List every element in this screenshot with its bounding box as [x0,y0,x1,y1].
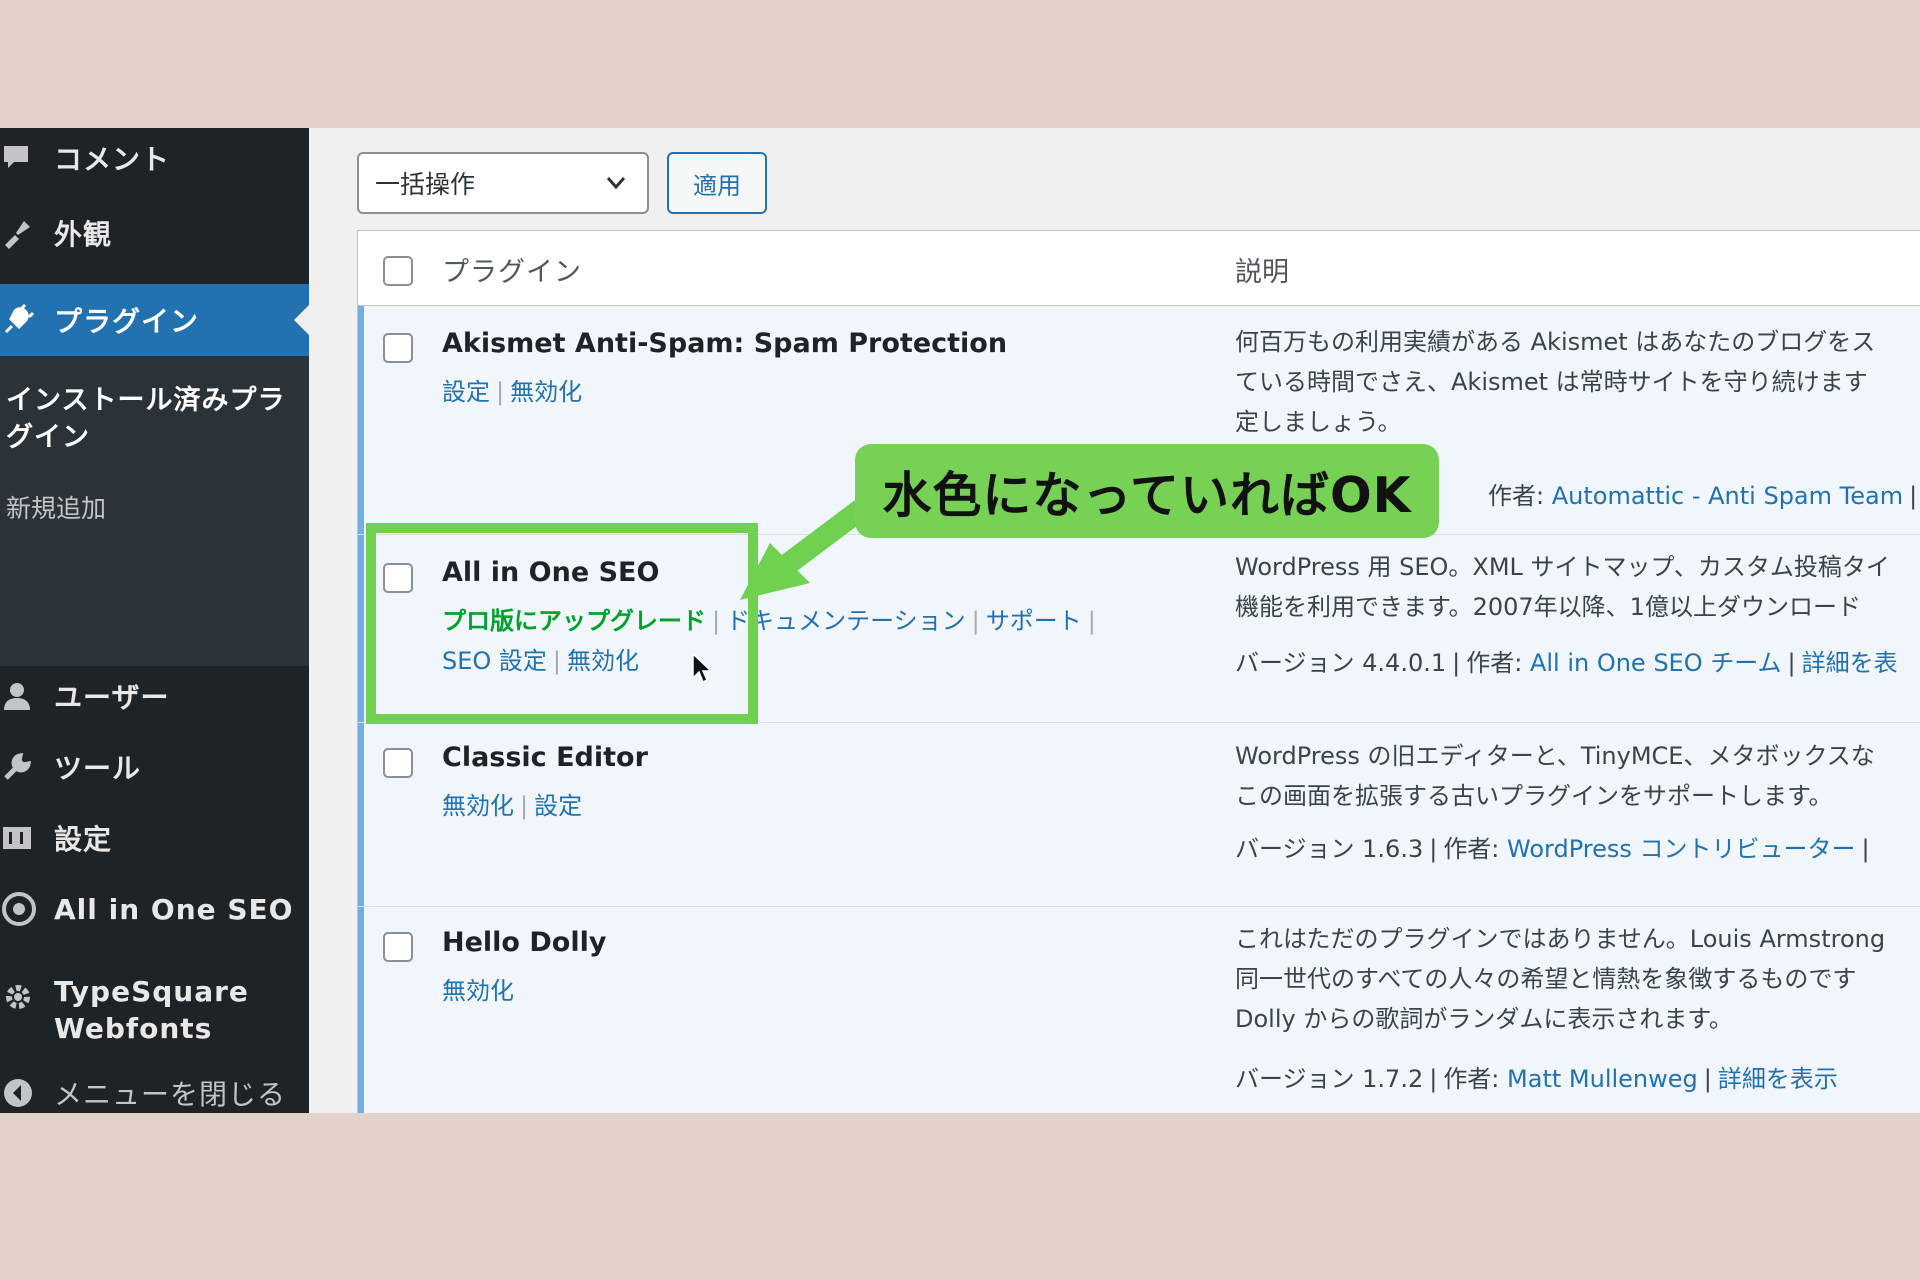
column-header-description: 説明 [1235,257,1289,288]
bulk-action-select[interactable]: 一括操作 [357,152,649,214]
plugin-meta: バージョン 4.4.0.1 | 作者: All in One SEO チーム | 詳細を… [1235,649,1898,677]
author-label: 作者: [1443,835,1508,863]
submenu-installed-plugins[interactable]: インストール済みプラグイン [6,382,296,456]
menu-appearance[interactable]: 外観 [0,208,309,258]
plugin-meta: 作者: Automattic - Anti Spam Team|詳細 [1488,482,1918,510]
menu-label: プラグイン [54,305,200,338]
author-label: 作者: [1466,649,1530,677]
admin-sidebar: コメント 外観 プラグイン インストール済みプラグイン 新規追加 ユーザー ツー… [0,128,309,1113]
description-line: これはただのプラグインではありません。Louis Armstrong [1235,925,1886,953]
menu-settings[interactable]: 設定 [0,813,309,863]
version-text: バージョン 1.6.3 [1235,835,1424,863]
submenu-add-new[interactable]: 新規追加 [6,489,106,525]
plugin-description: WordPress 用 SEO。XML サイトマップ、カスタム投稿タイ 機能を利… [1235,547,1890,627]
active-indicator [358,535,364,722]
table-header: プラグイン 説明 [358,231,1920,306]
plugin-name: Akismet Anti-Spam: Spam Protection [442,328,1008,359]
description-line: ている時間でさえ、Akismet は常時サイトを守り続けます [1235,368,1868,396]
description-line: 何百万もの利用実績がある Akismet はあなたのブログをス [1235,328,1876,356]
plugin-name: Classic Editor [442,742,648,773]
plugins-submenu: インストール済みプラグイン 新規追加 [0,356,309,666]
menu-typesquare-webfonts[interactable]: TypeSquare Webfonts [0,973,309,1053]
comment-icon [2,138,48,178]
row-actions: 設定 | 無効化 [442,378,583,406]
table-row: Classic Editor 無効化 | 設定 WordPress の旧エディターと… [358,723,1920,907]
active-indicator [358,907,364,1113]
menu-label: ユーザー [54,681,170,714]
menu-plugins[interactable]: プラグイン [0,284,309,356]
plugin-description: これはただのプラグインではありません。Louis Armstrong 同一世代の… [1235,919,1885,1039]
author-label: 作者: [1443,1065,1508,1093]
wrench-icon [2,747,48,787]
bulk-action-value: 一括操作 [375,170,476,199]
author-link[interactable]: Matt Mullenweg [1507,1065,1698,1093]
select-all-checkbox[interactable] [383,256,413,286]
row-checkbox[interactable] [383,748,413,778]
action-deactivate-link[interactable]: 無効化 [442,977,514,1005]
menu-label: コメント [54,143,171,176]
user-icon [2,676,48,716]
author-link[interactable]: Automattic - Anti Spam Team [1552,482,1903,510]
appearance-brush-icon [2,213,48,253]
menu-comments[interactable]: コメント [0,133,309,183]
details-link[interactable]: 詳細を表示 [1718,1065,1838,1093]
plugin-description: 何百万もの利用実績がある Akismet はあなたのブログをス ている時間でさえ… [1235,322,1875,442]
menu-label: 設定 [54,823,113,856]
row-actions: 無効化 | 設定 [442,792,583,820]
description-line: 同一世代のすべての人々の希望と情熱を象徴するものです [1235,965,1857,993]
menu-all-in-one-seo[interactable]: All in One SEO [0,884,309,934]
highlight-box [366,523,758,724]
details-link[interactable]: 詳細を表 [1802,649,1898,677]
row-checkbox[interactable] [383,932,413,962]
action-support-link[interactable]: サポート [986,607,1082,635]
menu-users[interactable]: ユーザー [0,671,309,721]
gear-icon [2,977,48,1017]
menu-label: 外観 [54,218,113,251]
author-label: 作者: [1488,482,1552,510]
column-header-plugin[interactable]: プラグイン [442,250,582,289]
menu-collapse[interactable]: メニューを閉じる [0,1068,309,1113]
description-line: 定しましょう。 [1235,408,1402,436]
screenshot-frame: コメント 外観 プラグイン インストール済みプラグイン 新規追加 ユーザー ツー… [0,128,1920,1113]
plugin-meta: バージョン 1.7.2 | 作者: Matt Mullenweg | 詳細を表示 [1235,1065,1838,1093]
description-line: 機能を利用できます。2007年以降、1億以上ダウンロード [1235,593,1861,621]
callout-label: 水色になっていればOK [855,444,1439,538]
action-settings-link[interactable]: 設定 [534,792,582,820]
menu-tools[interactable]: ツール [0,742,309,792]
plugin-meta: バージョン 1.6.3 | 作者: WordPress コントリビューター | [1235,835,1870,863]
action-deactivate-link[interactable]: 無効化 [510,378,582,406]
description-line: WordPress の旧エディターと、TinyMCE、メタボックスな [1235,742,1875,770]
active-indicator [358,723,364,906]
settings-icon [2,818,48,858]
version-text: バージョン 4.4.0.1 [1235,649,1447,677]
plugin-description: WordPress の旧エディターと、TinyMCE、メタボックスな この画面を… [1235,736,1875,816]
row-actions: 無効化 [442,971,514,1006]
current-menu-caret [294,305,309,335]
menu-label: メニューを閉じる [54,1078,287,1111]
apply-button[interactable]: 適用 [667,152,767,214]
collapse-icon [2,1073,48,1113]
plugin-name: Hello Dolly [442,927,607,958]
mouse-cursor-icon [692,653,713,684]
action-settings-link[interactable]: 設定 [442,378,490,406]
plugin-icon [2,300,48,340]
description-line: WordPress 用 SEO。XML サイトマップ、カスタム投稿タイ [1235,553,1890,581]
description-line: Dolly からの歌詞がランダムに表示されます。 [1235,1005,1733,1033]
version-text: バージョン 1.7.2 [1235,1065,1424,1093]
row-checkbox[interactable] [383,333,413,363]
menu-label: ツール [54,752,142,785]
action-deactivate-link[interactable]: 無効化 [442,792,514,820]
author-link[interactable]: WordPress コントリビューター [1507,835,1855,863]
menu-label: TypeSquare Webfonts [54,975,249,1045]
active-indicator [358,306,364,534]
description-line: この画面を拡張する古いプラグインをサポートします。 [1235,782,1833,810]
aioseo-icon [2,889,48,929]
table-row: Hello Dolly 無効化 これはただのプラグインではありません。Louis… [358,907,1920,1113]
menu-label: All in One SEO [54,892,294,926]
author-link[interactable]: All in One SEO チーム [1530,649,1782,677]
chevron-down-icon [606,177,626,190]
